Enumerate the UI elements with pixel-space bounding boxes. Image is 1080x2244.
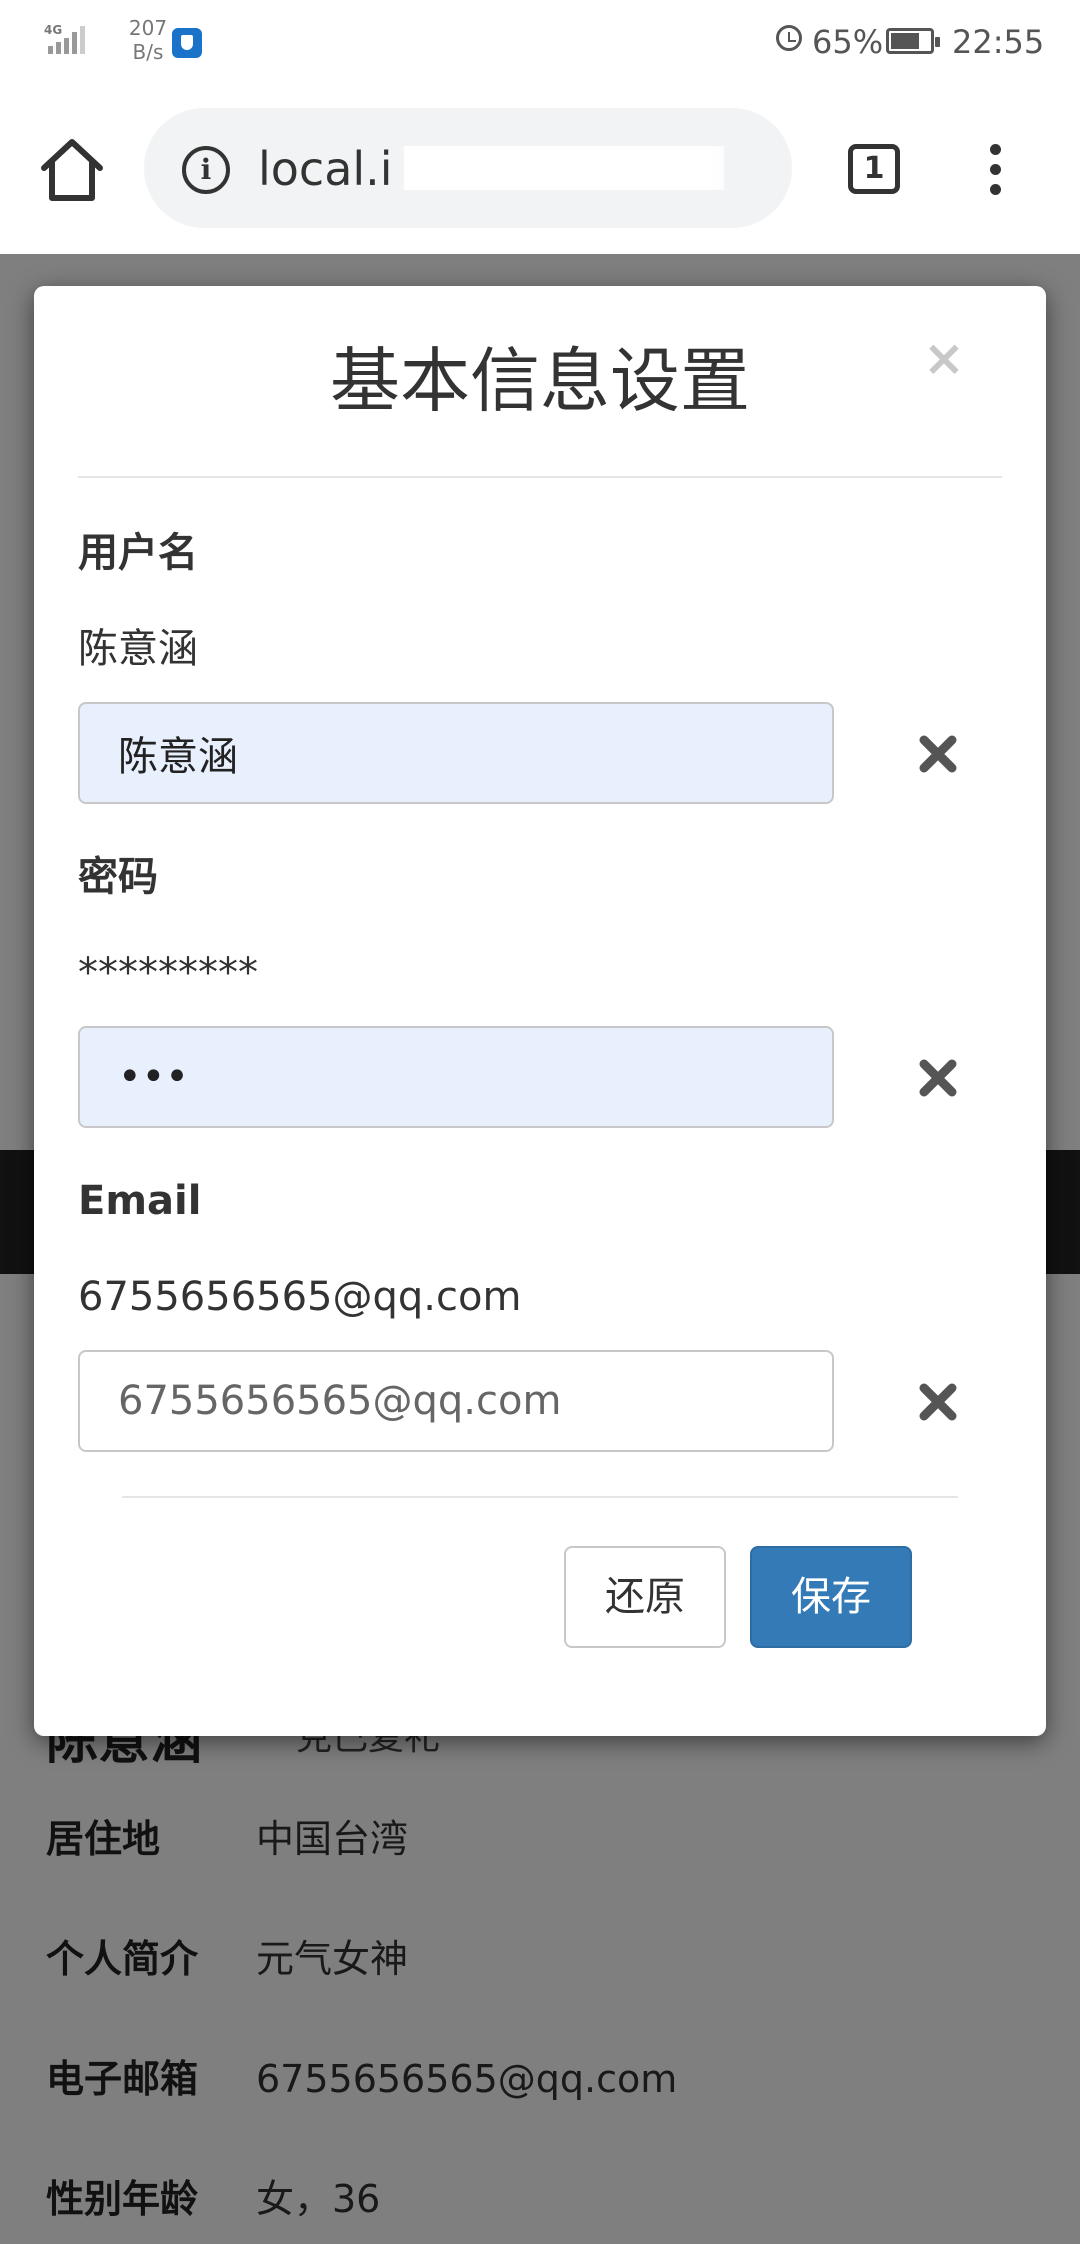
username-label: 用户名 (78, 530, 198, 576)
clear-x-icon[interactable] (910, 1050, 966, 1106)
status-bar: 4G 207 B/s 65% 22:55 (0, 0, 1080, 86)
network-speed-value: 207 (128, 16, 168, 40)
more-vert-icon[interactable] (984, 144, 1008, 196)
restore-button[interactable]: 还原 (564, 1546, 726, 1648)
battery-icon (886, 28, 940, 54)
clear-x-icon[interactable] (910, 1374, 966, 1430)
network-speed-unit: B/s (132, 40, 164, 64)
password-input[interactable] (78, 1026, 834, 1128)
close-icon[interactable]: × (914, 328, 974, 388)
shield-icon (172, 28, 202, 58)
modal-header-divider (78, 476, 1002, 478)
modal-footer-divider (122, 1496, 958, 1498)
email-current-value: 6755656565@qq.com (78, 1274, 522, 1320)
password-current-value: ********* (78, 950, 258, 996)
clock: 22:55 (952, 23, 1045, 61)
alarm-icon (776, 25, 802, 51)
tab-switcher-icon[interactable]: 1 (848, 144, 900, 194)
save-button[interactable]: 保存 (750, 1546, 912, 1648)
modal-title: 基本信息设置 (330, 340, 750, 422)
network-type: 4G (44, 23, 62, 37)
network-speed: 207 B/s (118, 16, 178, 64)
username-input[interactable] (78, 702, 834, 804)
home-icon[interactable] (36, 134, 108, 206)
browser-toolbar: i local.i 1 (0, 86, 1080, 254)
url-redaction (404, 146, 724, 190)
password-label: 密码 (78, 854, 158, 900)
url-fade (710, 138, 770, 198)
clear-x-icon[interactable] (910, 726, 966, 782)
signal-icon: 4G (44, 23, 85, 54)
username-current-value: 陈意涵 (78, 626, 198, 672)
email-input[interactable] (78, 1350, 834, 1452)
battery-percent: 65% (812, 23, 884, 61)
basic-info-modal: 基本信息设置 × 用户名 陈意涵 密码 ********* Email 6755… (34, 286, 1046, 1736)
email-label: Email (78, 1178, 202, 1224)
info-icon[interactable]: i (182, 146, 230, 194)
address-bar[interactable]: i local.i (144, 108, 792, 228)
